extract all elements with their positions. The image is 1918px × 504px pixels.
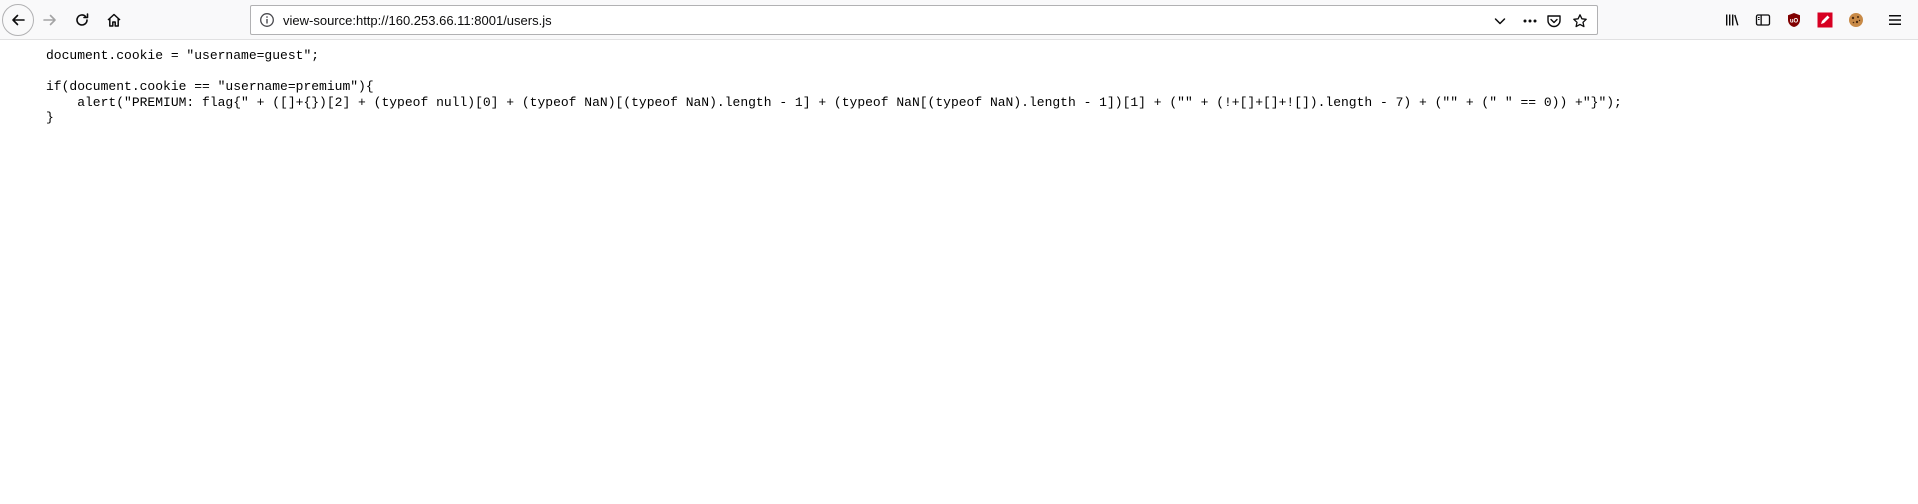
sidebar-icon	[1755, 14, 1771, 26]
source-line: alert("PREMIUM: flag{" + ([]+{})[2] + (t…	[46, 94, 1622, 110]
sidebar-button[interactable]	[1753, 10, 1773, 30]
ublock-extension-button[interactable]: uO	[1784, 10, 1804, 30]
page-actions-button[interactable]	[1521, 12, 1539, 30]
home-icon	[107, 13, 121, 27]
open-menu-button[interactable]	[1885, 10, 1905, 30]
source-code: document.cookie = "username=guest"; if(do…	[46, 48, 1622, 126]
bookmark-button[interactable]	[1571, 12, 1589, 30]
url-dropdown-button[interactable]	[1491, 12, 1509, 30]
edit-extension-button[interactable]	[1815, 10, 1835, 30]
forward-arrow-icon	[43, 14, 56, 26]
reload-icon	[76, 13, 89, 26]
cookie-extension-button[interactable]	[1846, 10, 1866, 30]
more-dots-icon	[1523, 19, 1537, 23]
ublock-icon: uO	[1788, 13, 1800, 27]
edit-extension-icon	[1817, 12, 1833, 28]
cookie-icon	[1849, 13, 1863, 27]
pocket-icon	[1547, 15, 1561, 28]
forward-button[interactable]	[34, 4, 66, 36]
library-icon	[1726, 14, 1739, 26]
chevron-down-icon	[1494, 18, 1506, 25]
back-button[interactable]	[2, 4, 34, 36]
url-text[interactable]: view-source:http://160.253.66.11:8001/us…	[283, 13, 552, 28]
back-arrow-icon	[12, 14, 25, 26]
browser-toolbar: view-source:http://160.253.66.11:8001/us…	[0, 0, 1918, 40]
source-line: }	[46, 110, 54, 125]
svg-text:uO: uO	[1790, 18, 1799, 24]
star-icon	[1573, 14, 1587, 28]
url-bar[interactable]: view-source:http://160.253.66.11:8001/us…	[250, 5, 1598, 35]
source-line	[46, 64, 1622, 80]
home-button[interactable]	[98, 4, 130, 36]
library-button[interactable]	[1722, 10, 1742, 30]
info-icon[interactable]	[259, 12, 275, 28]
hamburger-menu-icon	[1889, 15, 1901, 25]
source-line: document.cookie = "username=guest";	[46, 48, 320, 63]
reload-button[interactable]	[66, 4, 98, 36]
pocket-button[interactable]	[1545, 12, 1563, 30]
source-line: if(document.cookie == "username=premium"…	[46, 79, 374, 94]
